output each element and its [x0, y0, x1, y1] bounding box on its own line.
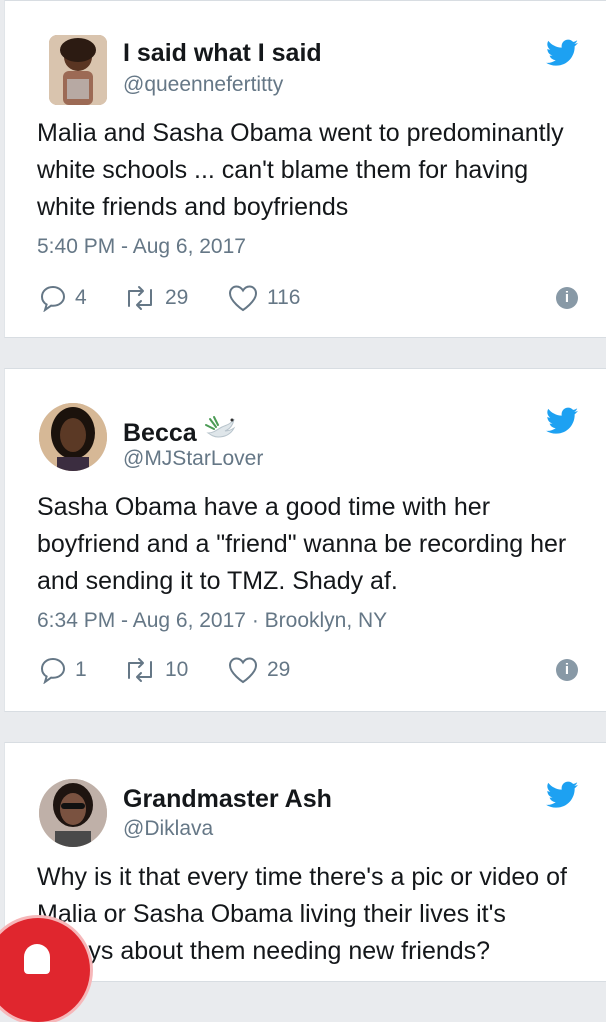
retweet-button[interactable]: 10 [123, 655, 188, 685]
user-handle[interactable]: @MJStarLover [123, 447, 263, 471]
reply-button[interactable]: 4 [39, 283, 87, 313]
info-icon[interactable]: i [556, 287, 578, 309]
avatar[interactable] [39, 779, 107, 847]
display-name[interactable]: Grandmaster Ash [123, 785, 332, 814]
display-name[interactable]: I said what I said [123, 39, 322, 68]
tweet-text: Malia and Sasha Obama went to predominan… [37, 119, 564, 221]
avatar[interactable] [39, 403, 107, 471]
reply-icon [40, 285, 66, 312]
reply-button[interactable]: 1 [39, 655, 87, 685]
tweet-card[interactable]: I said what I said @queennefertitty Mali… [4, 0, 606, 338]
like-count: 116 [267, 286, 301, 309]
like-icon [228, 657, 258, 684]
tweet-text: Sasha Obama have a good time with her bo… [37, 493, 567, 595]
retweet-icon [128, 286, 152, 310]
timestamp-text: 6:34 PM - Aug 6, 2017 [37, 609, 246, 632]
user-handle[interactable]: @queennefertitty [123, 73, 283, 97]
twitter-bird-icon[interactable] [546, 39, 578, 67]
tweet-actions: 4 29 116 [37, 283, 597, 313]
avatar[interactable] [49, 35, 107, 105]
user-handle[interactable]: @Diklava [123, 817, 213, 841]
reply-icon [40, 657, 66, 684]
like-button[interactable]: 29 [227, 655, 290, 685]
reply-count: 1 [75, 658, 87, 681]
retweet-button[interactable]: 29 [123, 283, 188, 313]
info-icon[interactable]: i [556, 659, 578, 681]
display-name-text: Becca [123, 419, 197, 447]
tweet-card[interactable]: Becca @MJStarLover Sasha Obama have a go… [4, 368, 606, 712]
like-count: 29 [267, 658, 291, 681]
twitter-bird-icon[interactable] [546, 407, 578, 435]
tweet-timestamp[interactable]: 5:40 PM - Aug 6, 2017 [37, 235, 246, 259]
tweet-card[interactable]: Grandmaster Ash @Diklava Why is it that … [4, 742, 606, 982]
like-button[interactable]: 116 [227, 283, 300, 313]
display-name[interactable]: Becca [123, 413, 238, 448]
tweet-text: Why is it that every time there's a pic … [37, 863, 567, 965]
dove-icon [204, 416, 235, 438]
tweet-timestamp[interactable]: 6:34 PM - Aug 6, 2017 · Brooklyn, NY [37, 609, 387, 633]
like-icon [228, 285, 258, 312]
retweet-icon [128, 658, 152, 682]
tweet-location[interactable]: · Brooklyn, NY [246, 609, 387, 632]
reply-count: 4 [75, 286, 87, 309]
retweet-count: 29 [165, 286, 189, 309]
twitter-bird-icon[interactable] [546, 781, 578, 809]
fab-icon [24, 944, 50, 974]
tweet-actions: 1 10 29 [37, 655, 597, 685]
retweet-count: 10 [165, 658, 189, 681]
